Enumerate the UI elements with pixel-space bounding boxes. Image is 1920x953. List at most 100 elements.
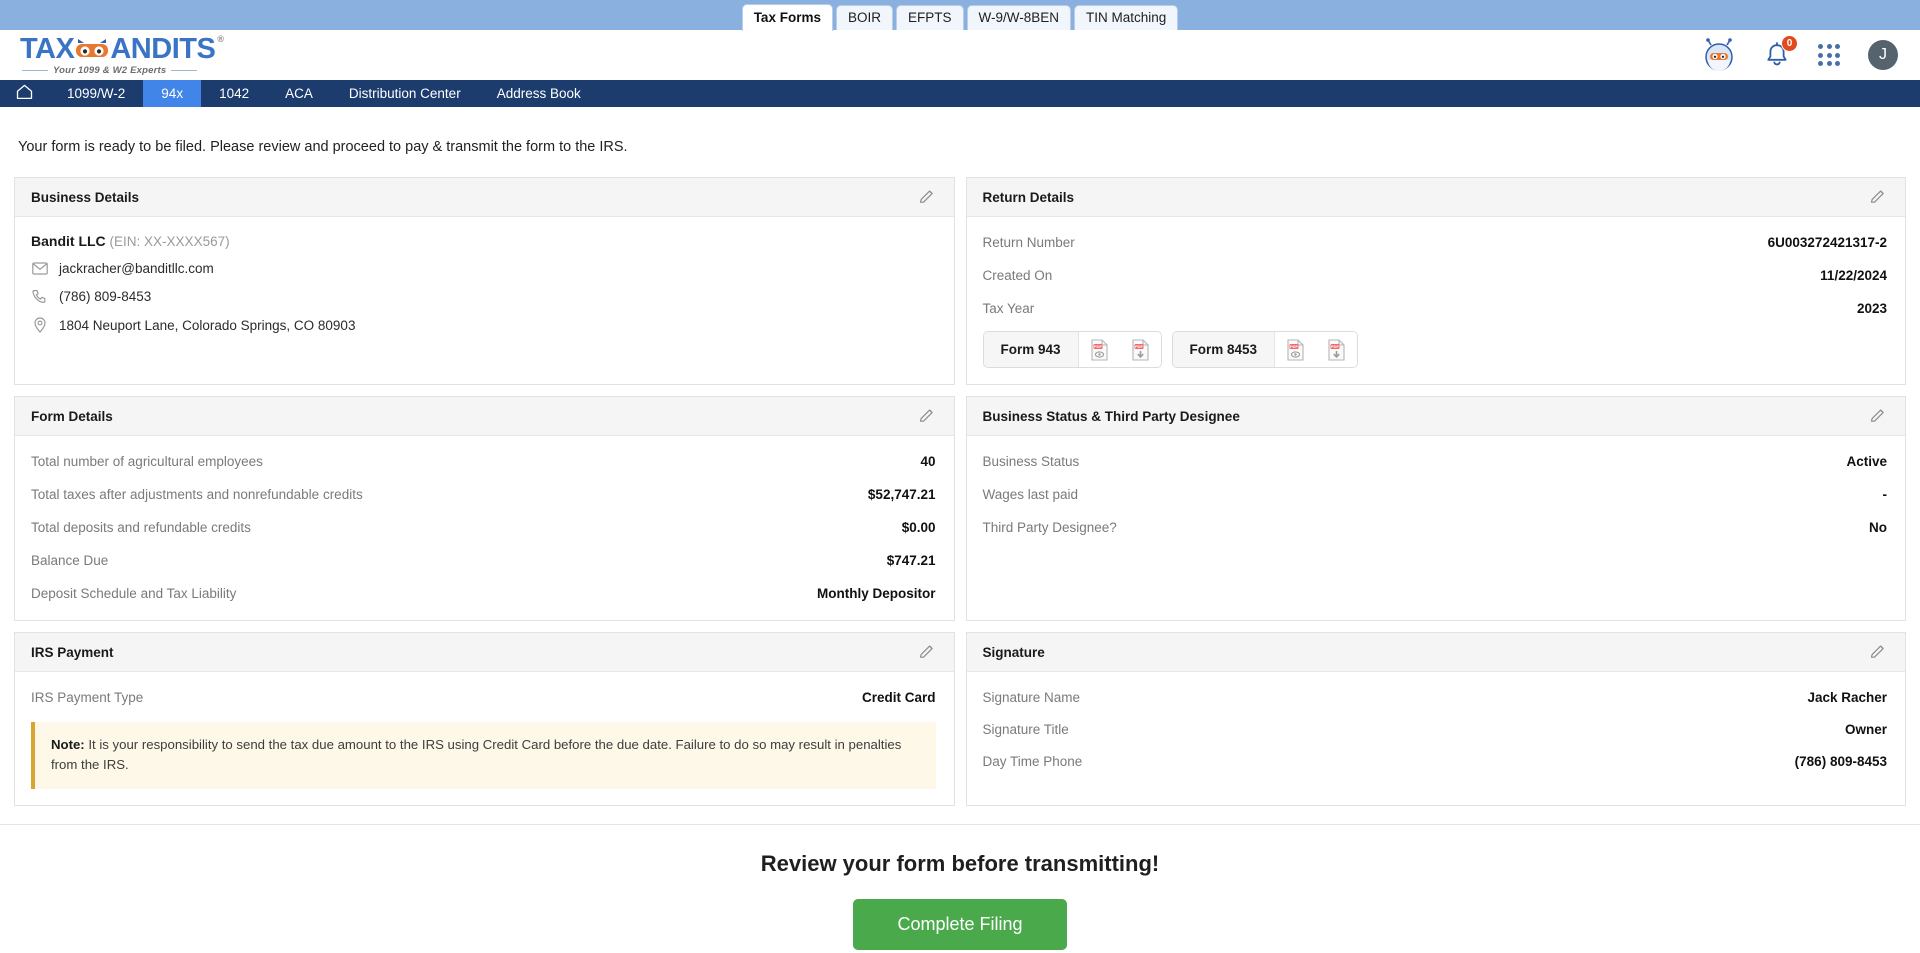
- card-body-signature: Signature Name Jack Racher Signature Tit…: [967, 672, 1906, 805]
- table-row: Total taxes after adjustments and nonref…: [31, 485, 936, 505]
- note-label: Note:: [51, 737, 85, 752]
- edit-business-status-icon[interactable]: [1869, 407, 1887, 425]
- table-row: Day Time Phone (786) 809-8453: [983, 752, 1888, 772]
- signature-name-label: Signature Name: [982, 690, 1081, 705]
- table-row: Signature Title Owner: [983, 720, 1888, 740]
- logo-trademark: ®: [217, 33, 224, 44]
- svg-text:PDF: PDF: [1290, 344, 1299, 349]
- taxbandits-logo[interactable]: TAX ANDITS ® Your 1099 & W2 Experts: [20, 32, 224, 76]
- card-header-business-details: Business Details: [15, 178, 954, 217]
- balance-due-value: $747.21: [886, 553, 936, 568]
- complete-filing-button[interactable]: Complete Filing: [853, 898, 1067, 950]
- total-deposits-label: Total deposits and refundable credits: [31, 520, 251, 535]
- created-on-value: 11/22/2024: [1820, 268, 1887, 283]
- form-943-group: Form 943 PDF PDF: [982, 331, 1162, 368]
- total-deposits-value: $0.00: [901, 520, 936, 535]
- edit-signature-icon[interactable]: [1869, 643, 1887, 661]
- table-row: Third Party Designee? No: [983, 518, 1888, 538]
- signature-title-value: Owner: [1844, 722, 1887, 737]
- wages-last-paid-value: -: [1882, 487, 1888, 502]
- svg-text:PDF: PDF: [1094, 344, 1103, 349]
- nav-item-address-book[interactable]: Address Book: [479, 80, 599, 107]
- return-number-value: 6U003272421317-2: [1767, 235, 1887, 250]
- apps-grid-icon[interactable]: [1818, 44, 1840, 66]
- nav-item-1099-w2[interactable]: 1099/W-2: [49, 80, 143, 107]
- table-row: Total number of agricultural employees 4…: [31, 452, 936, 472]
- card-title-form-details: Form Details: [31, 408, 113, 424]
- nav-item-aca[interactable]: ACA: [267, 80, 331, 107]
- svg-text:PDF: PDF: [1135, 344, 1144, 349]
- total-taxes-label: Total taxes after adjustments and nonref…: [31, 487, 363, 502]
- total-taxes-value: $52,747.21: [867, 487, 936, 502]
- return-number-row: Return Number 6U003272421317-2: [983, 233, 1888, 253]
- table-row: Business Status Active: [983, 452, 1888, 472]
- logo-text-left: TAX: [20, 32, 75, 65]
- card-body-business-status: Business Status Active Wages last paid -…: [967, 436, 1906, 620]
- tax-year-label: Tax Year: [982, 301, 1035, 316]
- home-icon: [16, 84, 33, 103]
- phone-icon: [31, 289, 48, 304]
- edit-irs-payment-icon[interactable]: [918, 643, 936, 661]
- product-tab-efpts[interactable]: EFPTS: [895, 5, 964, 31]
- product-tab-w9-w8ben[interactable]: W-9/W-8BEN: [966, 5, 1072, 31]
- product-tab-tin-matching[interactable]: TIN Matching: [1074, 5, 1179, 31]
- business-phone: (786) 809-8453: [59, 289, 152, 304]
- card-body-irs-payment: IRS Payment Type Credit Card Note: It is…: [15, 672, 954, 805]
- form-943-pdf-download-icon[interactable]: PDF: [1119, 332, 1161, 367]
- page-content: Your form is ready to be filed. Please r…: [0, 107, 1920, 806]
- card-title-signature: Signature: [982, 644, 1045, 660]
- form-943-label: Form 943: [983, 332, 1079, 367]
- third-party-designee-label: Third Party Designee?: [982, 520, 1117, 535]
- edit-business-details-icon[interactable]: [918, 188, 936, 206]
- deposit-schedule-label: Deposit Schedule and Tax Liability: [31, 586, 237, 601]
- page-footer: Review your form before transmitting! Co…: [0, 823, 1920, 953]
- card-title-business-status: Business Status & Third Party Designee: [982, 408, 1240, 424]
- nav-item-home[interactable]: [0, 80, 49, 107]
- user-avatar[interactable]: J: [1868, 40, 1898, 70]
- bandit-mask-icon: [75, 39, 109, 61]
- form-8453-pdf-download-icon[interactable]: PDF: [1316, 332, 1358, 367]
- bot-assistant-icon[interactable]: [1702, 38, 1736, 72]
- form-8453-pdf-view-icon[interactable]: PDF: [1275, 332, 1317, 367]
- notification-bell-icon[interactable]: 0: [1764, 34, 1798, 69]
- avatar-initial: J: [1879, 46, 1887, 63]
- product-tab-boir[interactable]: BOIR: [835, 5, 893, 31]
- signature-title-label: Signature Title: [982, 722, 1069, 737]
- deposit-schedule-value: Monthly Depositor: [817, 586, 936, 601]
- card-return-details: Return Details Return Number 6U003272421…: [965, 177, 1906, 385]
- nav-item-94x[interactable]: 94x: [143, 80, 202, 107]
- table-row: Signature Name Jack Racher: [983, 688, 1888, 708]
- product-tab-strip: Tax Forms BOIR EFPTS W-9/W-8BEN TIN Matc…: [0, 0, 1920, 31]
- main-navigation: 1099/W-2 94x 1042 ACA Distribution Cente…: [0, 80, 1920, 107]
- logo-wordmark: TAX ANDITS ®: [20, 32, 224, 65]
- envelope-icon: [31, 262, 48, 275]
- signature-name-value: Jack Racher: [1807, 690, 1887, 705]
- edit-return-details-icon[interactable]: [1869, 188, 1887, 206]
- card-title-irs-payment: IRS Payment: [31, 644, 114, 660]
- notification-count-badge: 0: [1781, 34, 1798, 52]
- form-8453-group: Form 8453 PDF PDF: [1171, 331, 1359, 368]
- created-on-label: Created On: [982, 268, 1053, 283]
- irs-payment-type-value: Credit Card: [861, 690, 936, 705]
- irs-payment-type-label: IRS Payment Type: [31, 690, 144, 705]
- table-row: Balance Due $747.21: [31, 551, 936, 571]
- irs-payment-note: Note: It is your responsibility to send …: [31, 722, 936, 789]
- table-row: Deposit Schedule and Tax Liability Month…: [31, 584, 936, 604]
- product-tab-tax-forms[interactable]: Tax Forms: [741, 4, 833, 31]
- tagline-rule-right: [171, 70, 198, 71]
- card-title-return-details: Return Details: [982, 189, 1075, 205]
- card-signature: Signature Signature Name Jack Racher Sig…: [965, 632, 1906, 806]
- business-name: Bandit LLC: [31, 233, 106, 249]
- nav-item-distribution-center[interactable]: Distribution Center: [331, 80, 479, 107]
- business-email: jackracher@banditllc.com: [59, 261, 214, 276]
- business-email-row: jackracher@banditllc.com: [31, 261, 936, 276]
- nav-item-1042[interactable]: 1042: [201, 80, 267, 107]
- tax-year-row: Tax Year 2023: [983, 299, 1888, 319]
- agricultural-employees-label: Total number of agricultural employees: [31, 454, 263, 469]
- edit-form-details-icon[interactable]: [918, 407, 936, 425]
- form-943-pdf-view-icon[interactable]: PDF: [1078, 332, 1120, 367]
- header-actions: 0 J: [1702, 34, 1898, 72]
- card-header-return-details: Return Details: [966, 178, 1905, 217]
- table-row: Wages last paid -: [983, 485, 1888, 505]
- cards-grid: Business Details Bandit LLC (EIN: XX-XXX…: [14, 177, 1906, 806]
